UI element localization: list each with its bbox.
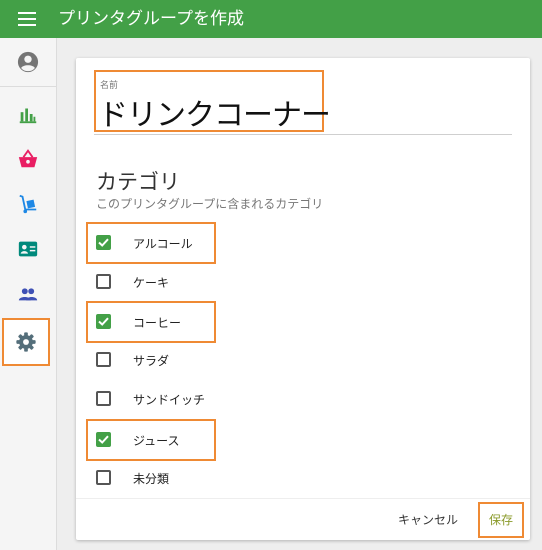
account-circle-icon bbox=[17, 51, 39, 73]
menu-icon bbox=[18, 12, 36, 26]
sidebar-item-contacts[interactable] bbox=[10, 231, 46, 267]
checkbox-checked-icon[interactable] bbox=[96, 235, 111, 250]
sidebar-item-reports[interactable] bbox=[10, 96, 46, 132]
sidebar-item-account[interactable] bbox=[10, 44, 46, 80]
category-label: コーヒー bbox=[133, 316, 182, 330]
category-label: ケーキ bbox=[133, 276, 170, 290]
category-label: ジュース bbox=[133, 434, 180, 448]
sidebar bbox=[0, 38, 57, 550]
page-title: プリンタグループを作成 bbox=[58, 9, 244, 29]
sidebar-item-shop[interactable] bbox=[10, 141, 46, 177]
people-icon bbox=[18, 288, 38, 301]
name-field[interactable]: 名前 ドリンクコーナー bbox=[94, 70, 331, 133]
category-label: 未分類 bbox=[133, 472, 170, 486]
sidebar-divider bbox=[0, 86, 56, 87]
app-bar: プリンタグループを作成 bbox=[0, 0, 542, 38]
checkbox-unchecked-icon[interactable] bbox=[96, 352, 111, 367]
category-section-title: カテゴリ bbox=[96, 170, 180, 194]
category-label: アルコール bbox=[133, 237, 193, 251]
sidebar-item-delivery[interactable] bbox=[10, 186, 46, 222]
sidebar-item-users[interactable] bbox=[10, 276, 46, 312]
name-field-underline bbox=[94, 134, 512, 135]
category-label: サンドイッチ bbox=[133, 393, 206, 407]
category-row-coffee[interactable]: コーヒー bbox=[86, 301, 216, 343]
hand-truck-icon bbox=[19, 194, 37, 214]
save-button[interactable]: 保存 bbox=[478, 502, 524, 538]
name-field-value[interactable]: ドリンクコーナー bbox=[98, 90, 331, 134]
bar-chart-icon bbox=[19, 108, 37, 124]
card-footer-divider bbox=[76, 498, 530, 499]
category-label: サラダ bbox=[133, 354, 170, 368]
menu-button[interactable] bbox=[12, 7, 42, 31]
sidebar-item-settings[interactable] bbox=[2, 318, 50, 366]
printer-group-form-card: 名前 ドリンクコーナー カテゴリ このプリンタグループに含まれるカテゴリ アルコ… bbox=[76, 58, 530, 540]
cancel-button[interactable]: キャンセル bbox=[392, 504, 464, 536]
gear-icon bbox=[16, 332, 36, 352]
checkbox-checked-icon[interactable] bbox=[96, 432, 111, 447]
checkbox-unchecked-icon[interactable] bbox=[96, 470, 111, 485]
category-row-alcohol[interactable]: アルコール bbox=[86, 222, 216, 264]
basket-icon bbox=[18, 149, 38, 168]
checkbox-unchecked-icon[interactable] bbox=[96, 391, 111, 406]
checkbox-checked-icon[interactable] bbox=[96, 314, 111, 329]
contact-card-icon bbox=[18, 241, 38, 257]
category-section-subtitle: このプリンタグループに含まれるカテゴリ bbox=[96, 197, 324, 211]
category-row-juice[interactable]: ジュース bbox=[86, 419, 216, 461]
checkbox-unchecked-icon[interactable] bbox=[96, 274, 111, 289]
